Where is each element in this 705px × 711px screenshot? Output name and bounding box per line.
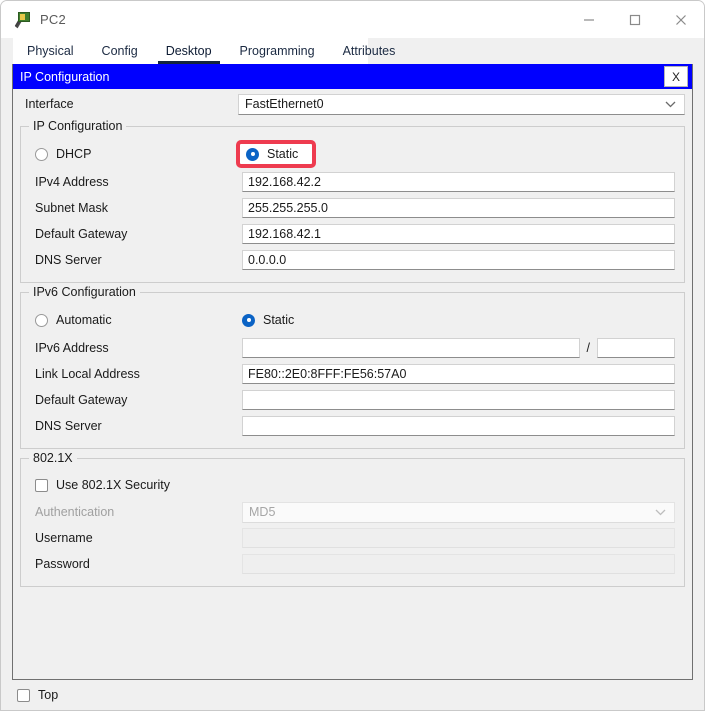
radio-unselected-icon xyxy=(35,314,48,327)
interface-select[interactable]: FastEthernet0 xyxy=(238,94,685,115)
ipv6-address-row: IPv6 Address / xyxy=(30,335,675,361)
subnet-mask-input[interactable]: 255.255.255.0 xyxy=(242,198,675,218)
password-label: Password xyxy=(30,557,242,571)
window-title: PC2 xyxy=(40,12,66,27)
tab-attributes[interactable]: Attributes xyxy=(329,38,410,64)
radio-selected-icon xyxy=(242,314,255,327)
top-checkbox[interactable]: Top xyxy=(17,688,58,702)
device-window: PC2 Physical Config Desktop xyxy=(0,0,705,711)
dialog-titlebar: IP Configuration X xyxy=(13,64,692,89)
packet-tracer-device-icon xyxy=(13,11,31,29)
ipv6-automatic-radio[interactable]: Automatic xyxy=(35,313,242,327)
ipv4-dhcp-radio[interactable]: DHCP xyxy=(35,147,242,161)
subnet-mask-label: Subnet Mask xyxy=(30,201,242,215)
tab-content: IP Configuration X Interface FastEtherne… xyxy=(1,64,704,680)
ipv6-address-input[interactable] xyxy=(242,338,580,358)
radio-selected-icon xyxy=(246,148,259,161)
use-dot1x-security-label: Use 802.1X Security xyxy=(56,478,170,492)
interface-label: Interface xyxy=(20,97,238,111)
ipv4-dhcp-label: DHCP xyxy=(56,147,91,161)
prefix-separator: / xyxy=(580,341,597,355)
interface-row: Interface FastEthernet0 xyxy=(20,91,685,117)
dot1x-group-legend: 802.1X xyxy=(29,451,77,465)
static-highlight-annotation: Static xyxy=(236,140,316,168)
close-icon[interactable] xyxy=(658,1,704,38)
use-dot1x-security-checkbox[interactable]: Use 802.1X Security xyxy=(30,471,675,499)
tab-label: Physical xyxy=(27,44,74,58)
ipv6-automatic-label: Automatic xyxy=(56,313,112,327)
tab-programming[interactable]: Programming xyxy=(226,38,329,64)
dialog-close-button[interactable]: X xyxy=(664,66,688,87)
dot1x-group: 802.1X Use 802.1X Security Authenticatio… xyxy=(20,458,685,587)
ipv4-gateway-row: Default Gateway 192.168.42.1 xyxy=(30,221,675,247)
ipv4-static-radio[interactable]: Static xyxy=(246,147,298,161)
ipv6-dns-input[interactable] xyxy=(242,416,675,436)
tab-label: Attributes xyxy=(343,44,396,58)
tab-physical[interactable]: Physical xyxy=(13,38,88,64)
ipv6-gateway-row: Default Gateway xyxy=(30,387,675,413)
password-input[interactable] xyxy=(242,554,675,574)
authentication-select[interactable]: MD5 xyxy=(242,502,675,523)
radio-unselected-icon xyxy=(35,148,48,161)
dialog-body: Interface FastEthernet0 IP Configuration xyxy=(13,89,692,679)
minimize-icon[interactable] xyxy=(566,1,612,38)
tab-label: Desktop xyxy=(166,44,212,58)
ipv6-group-legend: IPv6 Configuration xyxy=(29,285,140,299)
ipv4-dns-label: DNS Server xyxy=(30,253,242,267)
ipv4-gateway-input[interactable]: 192.168.42.1 xyxy=(242,224,675,244)
ipv6-dns-label: DNS Server xyxy=(30,419,242,433)
ipv4-static-label: Static xyxy=(267,147,298,161)
ipv6-mode-row: Automatic Static xyxy=(30,305,675,335)
ipv6-static-radio[interactable]: Static xyxy=(242,313,294,327)
chevron-down-icon xyxy=(665,97,676,111)
authentication-value: MD5 xyxy=(249,505,275,519)
ipv6-static-label: Static xyxy=(263,313,294,327)
ipv4-address-label: IPv4 Address xyxy=(30,175,242,189)
ipv6-prefix-length-input[interactable] xyxy=(597,338,675,358)
ipv4-mode-row: DHCP Static xyxy=(30,139,675,169)
ip-configuration-panel: IP Configuration X Interface FastEtherne… xyxy=(12,64,693,680)
ipv6-gateway-label: Default Gateway xyxy=(30,393,242,407)
window-footer: Top xyxy=(1,680,704,710)
tab-bar: Physical Config Desktop Programming Attr… xyxy=(1,38,704,64)
dialog-title: IP Configuration xyxy=(20,70,109,84)
tab-desktop[interactable]: Desktop xyxy=(152,38,226,64)
top-label: Top xyxy=(38,688,58,702)
authentication-row: Authentication MD5 xyxy=(30,499,675,525)
window-controls xyxy=(566,1,704,38)
ipv4-address-row: IPv4 Address 192.168.42.2 xyxy=(30,169,675,195)
username-row: Username xyxy=(30,525,675,551)
checkbox-unchecked-icon xyxy=(17,689,30,702)
ipv4-address-input[interactable]: 192.168.42.2 xyxy=(242,172,675,192)
tab-label: Programming xyxy=(240,44,315,58)
authentication-label: Authentication xyxy=(30,505,242,519)
username-label: Username xyxy=(30,531,242,545)
ipv4-dns-input[interactable]: 0.0.0.0 xyxy=(242,250,675,270)
password-row: Password xyxy=(30,551,675,577)
username-input[interactable] xyxy=(242,528,675,548)
ipv4-group-legend: IP Configuration xyxy=(29,119,126,133)
subnet-mask-row: Subnet Mask 255.255.255.0 xyxy=(30,195,675,221)
ipv6-configuration-group: IPv6 Configuration Automatic xyxy=(20,292,685,449)
tab-label: Config xyxy=(102,44,138,58)
interface-value: FastEthernet0 xyxy=(245,97,324,111)
ipv4-configuration-group: IP Configuration DHCP xyxy=(20,126,685,283)
ipv6-dns-row: DNS Server xyxy=(30,413,675,439)
chevron-down-icon xyxy=(655,505,666,519)
ipv4-dns-row: DNS Server 0.0.0.0 xyxy=(30,247,675,273)
tab-config[interactable]: Config xyxy=(88,38,152,64)
link-local-address-input[interactable]: FE80::2E0:8FFF:FE56:57A0 xyxy=(242,364,675,384)
maximize-icon[interactable] xyxy=(612,1,658,38)
window-titlebar: PC2 xyxy=(1,1,704,38)
link-local-address-label: Link Local Address xyxy=(30,367,242,381)
ipv4-gateway-label: Default Gateway xyxy=(30,227,242,241)
checkbox-unchecked-icon xyxy=(35,479,48,492)
ipv6-address-label: IPv6 Address xyxy=(30,341,242,355)
ipv6-gateway-input[interactable] xyxy=(242,390,675,410)
link-local-address-row: Link Local Address FE80::2E0:8FFF:FE56:5… xyxy=(30,361,675,387)
